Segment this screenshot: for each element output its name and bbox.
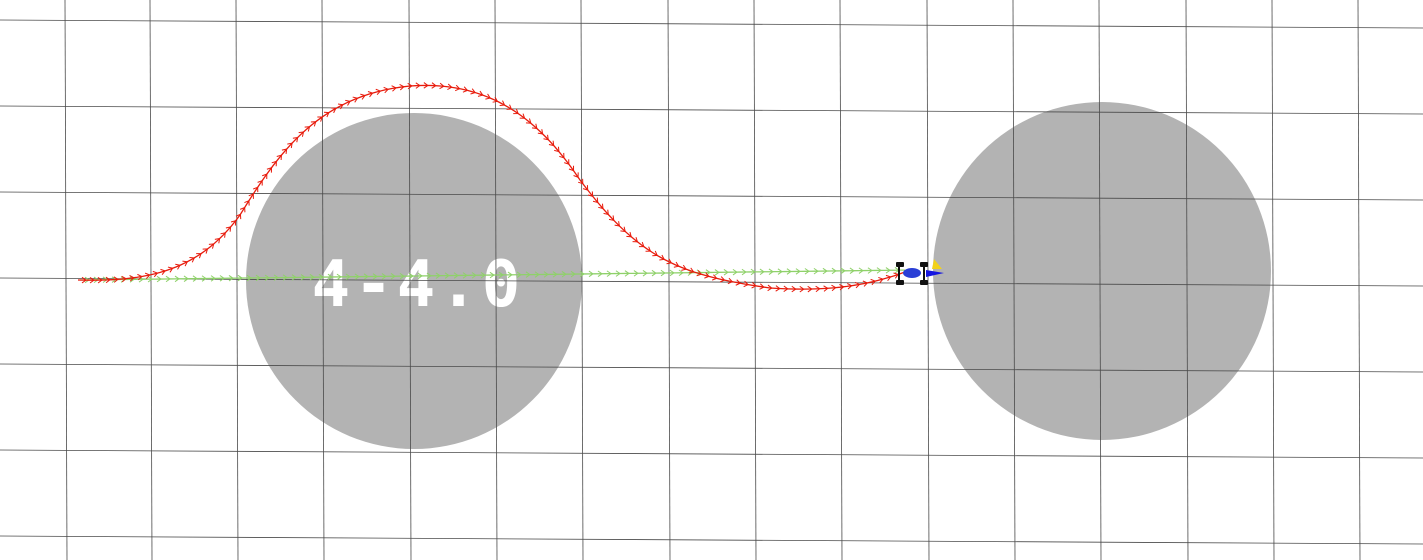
obstacle-right-shape xyxy=(933,102,1271,440)
obstacle-circle-right xyxy=(933,102,1271,440)
obstacle-label: 4-4.0 xyxy=(312,248,525,322)
robot-axle-icon xyxy=(923,266,925,281)
map-viewport[interactable]: 4-4.0 xyxy=(0,0,1423,560)
robot-body-icon xyxy=(903,268,921,278)
map-canvas[interactable]: 4-4.0 xyxy=(0,0,1423,560)
robot-axle-icon xyxy=(898,266,900,281)
